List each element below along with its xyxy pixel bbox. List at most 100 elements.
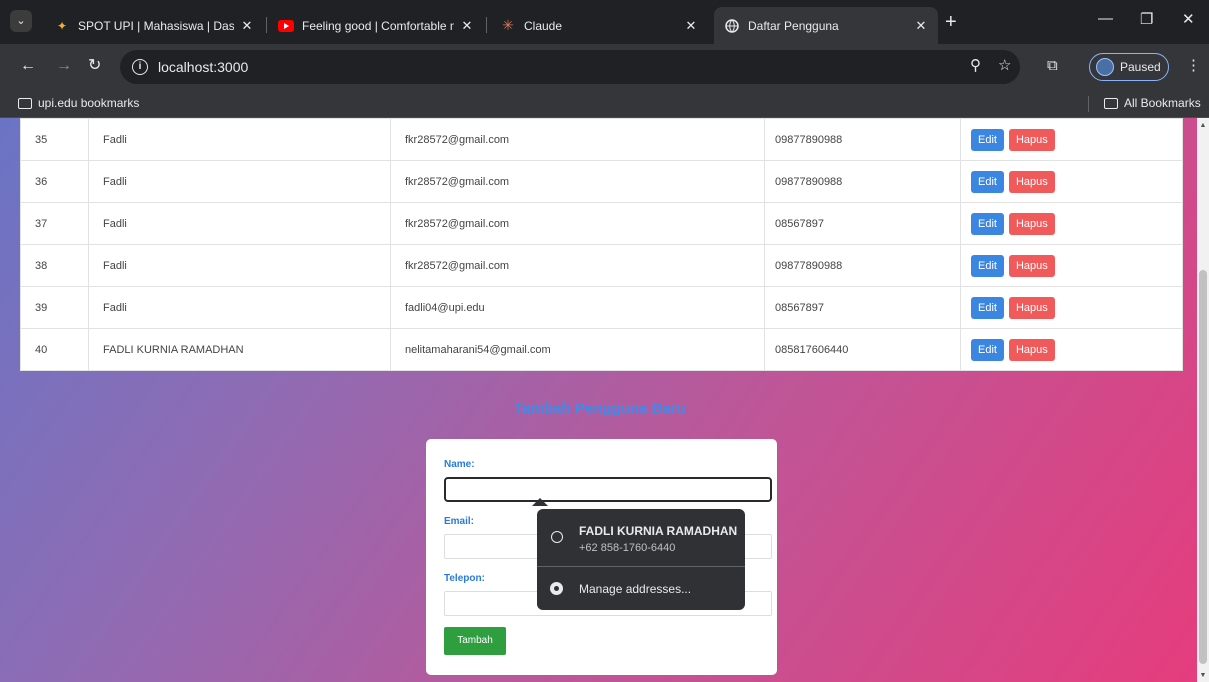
restore-icon[interactable]: ❐ — [1140, 10, 1153, 28]
delete-button[interactable]: Hapus — [1008, 254, 1055, 277]
cell-actions: Edit Hapus — [960, 286, 1183, 329]
phone-label: Telepon: — [444, 573, 485, 584]
page-viewport: 35 Fadli fkr28572@gmail.com 09877890988 Edit… — [0, 118, 1209, 682]
url-text[interactable]: localhost:3000 — [158, 59, 248, 75]
tab-strip: ⌄ ✦ SPOT UPI | Mahasiswa | Dashbo ✕ Feel… — [0, 0, 1209, 44]
autofill-name: FADLI KURNIA RAMADHAN — [579, 524, 738, 538]
autofill-suggestion[interactable]: FADLI KURNIA RAMADHAN +62 858-1760-6440 — [537, 509, 745, 566]
close-tab-icon[interactable]: ✕ — [684, 18, 698, 34]
table-row: 39 Fadli fadli04@upi.edu 08567897 Edit Hapus — [20, 286, 1183, 329]
avatar — [1096, 58, 1114, 76]
profile-button[interactable]: Paused — [1089, 53, 1169, 81]
divider — [537, 566, 745, 567]
form-title: Tambah Pengguna Baru — [514, 400, 686, 417]
reload-icon[interactable]: ↻ — [88, 58, 101, 74]
scroll-thumb[interactable] — [1199, 270, 1207, 664]
cell-phone: 09877890988 — [764, 160, 961, 203]
bookmarks-bar: upi.edu bookmarks All Bookmarks — [0, 90, 1209, 118]
autofill-dropdown: FADLI KURNIA RAMADHAN +62 858-1760-6440 … — [537, 509, 745, 610]
cell-phone: 09877890988 — [764, 244, 961, 287]
cell-phone: 09877890988 — [764, 118, 961, 161]
close-window-icon[interactable]: ✕ — [1182, 10, 1195, 28]
cell-phone: 08567897 — [764, 202, 961, 245]
extensions-icon[interactable]: ⧉ — [1047, 58, 1058, 74]
cell-email: fkr28572@gmail.com — [390, 118, 765, 161]
delete-button[interactable]: Hapus — [1008, 338, 1055, 361]
scroll-down-arrow-icon[interactable]: ▼ — [1197, 670, 1209, 682]
email-label: Email: — [444, 516, 475, 527]
youtube-icon — [278, 18, 294, 34]
cell-email: fkr28572@gmail.com — [390, 202, 765, 245]
all-bookmarks-button[interactable]: All Bookmarks — [1104, 96, 1201, 110]
cell-id: 39 — [20, 286, 89, 329]
new-tab-icon[interactable]: + — [945, 12, 957, 32]
cell-id: 37 — [20, 202, 89, 245]
minimize-icon[interactable]: — — [1098, 10, 1113, 27]
delete-button[interactable]: Hapus — [1008, 170, 1055, 193]
scroll-up-arrow-icon[interactable]: ▲ — [1197, 120, 1209, 132]
cell-actions: Edit Hapus — [960, 328, 1183, 371]
cell-name: Fadli — [88, 118, 391, 161]
site-info-icon[interactable]: i — [132, 59, 148, 75]
autofill-phone: +62 858-1760-6440 — [579, 542, 676, 554]
edit-button[interactable]: Edit — [971, 170, 1004, 193]
manage-addresses-item[interactable]: Manage addresses... — [579, 582, 691, 596]
bookmark-separator — [1088, 96, 1089, 112]
cell-email: nelitamaharani54@gmail.com — [390, 328, 765, 371]
cell-actions: Edit Hapus — [960, 244, 1183, 287]
bookmark-star-icon[interactable]: ☆ — [998, 58, 1011, 74]
tab-search-chevron-icon[interactable]: ⌄ — [10, 10, 32, 32]
cell-id: 36 — [20, 160, 89, 203]
close-tab-icon[interactable]: ✕ — [460, 18, 474, 34]
claude-icon: ✳ — [502, 17, 514, 33]
cell-email: fkr28572@gmail.com — [390, 244, 765, 287]
folder-icon — [18, 97, 32, 109]
edit-button[interactable]: Edit — [971, 128, 1004, 151]
delete-button[interactable]: Hapus — [1008, 212, 1055, 235]
close-tab-icon[interactable]: ✕ — [240, 18, 254, 34]
tab-youtube[interactable]: Feeling good | Comfortable mu ✕ — [268, 7, 484, 44]
cell-name: Fadli — [88, 202, 391, 245]
edit-button[interactable]: Edit — [971, 254, 1004, 277]
cell-name: FADLI KURNIA RAMADHAN — [88, 328, 391, 371]
more-menu-icon[interactable]: ⋮ — [1186, 58, 1201, 74]
cell-actions: Edit Hapus — [960, 160, 1183, 203]
delete-button[interactable]: Hapus — [1008, 128, 1055, 151]
edit-button[interactable]: Edit — [971, 338, 1004, 361]
browser-toolbar: ← → ↻ i localhost:3000 ⚲ ☆ ⧉ Paused ⋮ — [0, 44, 1209, 90]
tab-separator — [266, 17, 267, 33]
table-row: 38 Fadli fkr28572@gmail.com 09877890988 Edit… — [20, 244, 1183, 287]
zoom-icon[interactable]: ⚲ — [970, 58, 981, 74]
page-scrollbar[interactable]: ▲ ▼ — [1197, 118, 1209, 682]
folder-icon — [1104, 97, 1118, 109]
edit-button[interactable]: Edit — [971, 296, 1004, 319]
table-row: 37 Fadli fkr28572@gmail.com 08567897 Edit Hap… — [20, 202, 1183, 245]
close-tab-icon[interactable]: ✕ — [914, 18, 928, 34]
tab-spot-upi[interactable]: ✦ SPOT UPI | Mahasiswa | Dashbo ✕ — [44, 7, 264, 44]
bookmark-folder-upi[interactable]: upi.edu bookmarks — [18, 96, 139, 110]
delete-button[interactable]: Hapus — [1008, 296, 1055, 319]
add-button[interactable]: Tambah — [444, 627, 506, 655]
name-input[interactable] — [444, 477, 772, 502]
cell-phone: 08567897 — [764, 286, 961, 329]
forward-icon[interactable]: → — [56, 58, 72, 74]
users-table: 35 Fadli fkr28572@gmail.com 09877890988 Edit… — [20, 118, 1183, 371]
back-icon[interactable]: ← — [20, 58, 36, 74]
cell-actions: Edit Hapus — [960, 118, 1183, 161]
upi-logo-icon: ✦ — [56, 18, 68, 33]
tab-daftar-pengguna[interactable]: Daftar Pengguna ✕ — [714, 7, 938, 44]
cell-actions: Edit Hapus — [960, 202, 1183, 245]
table-row: 36 Fadli fkr28572@gmail.com 09877890988 Edit… — [20, 160, 1183, 203]
cell-name: Fadli — [88, 160, 391, 203]
cell-email: fadli04@upi.edu — [390, 286, 765, 329]
table-row: 35 Fadli fkr28572@gmail.com 09877890988 Edit… — [20, 118, 1183, 161]
address-bar[interactable]: i localhost:3000 — [120, 50, 1020, 84]
edit-button[interactable]: Edit — [971, 212, 1004, 235]
table-row: 40 FADLI KURNIA RAMADHAN nelitamaharani54@… — [20, 328, 1183, 371]
tab-claude[interactable]: ✳ Claude ✕ — [490, 7, 708, 44]
cell-id: 38 — [20, 244, 89, 287]
autofill-pointer — [532, 498, 548, 506]
cell-id: 35 — [20, 118, 89, 161]
tab-separator — [486, 17, 487, 33]
cell-phone: 085817606440 — [764, 328, 961, 371]
